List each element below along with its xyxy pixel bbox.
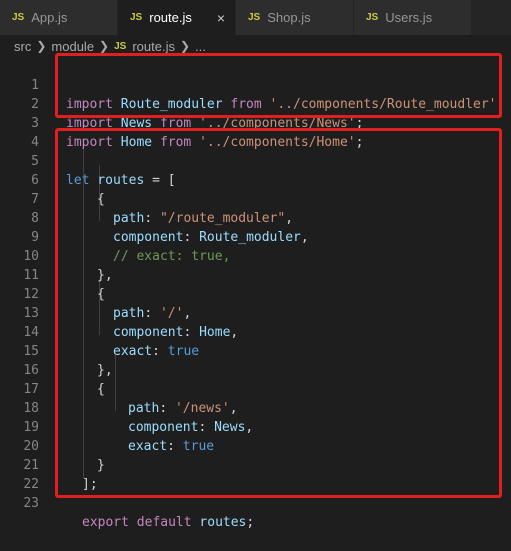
identifier: routes (191, 515, 247, 530)
punctuation: ; (246, 515, 255, 530)
tab-label: route.js (149, 10, 192, 25)
keyword: default (128, 515, 192, 530)
line-number: 23 (23, 496, 39, 511)
close-icon[interactable]: × (217, 10, 225, 26)
chevron-right-icon: ❯ (36, 39, 47, 53)
js-file-icon: JS (114, 40, 127, 52)
breadcrumb-ellipsis[interactable]: ... (195, 39, 206, 54)
code-editor[interactable]: 1 import Route_moduler from '../componen… (0, 53, 511, 530)
highlight-box-routes (55, 128, 502, 498)
tab-label: Users.js (385, 10, 433, 25)
breadcrumb-folder-src[interactable]: src (14, 39, 31, 54)
tab-bar: JS App.js JS route.js × JS Shop.js JS Us… (0, 0, 511, 35)
keyword: export (82, 515, 129, 530)
highlight-box-imports (55, 53, 502, 118)
tab-users-js[interactable]: JS Users.js (354, 0, 472, 35)
chevron-right-icon: ❯ (179, 39, 191, 53)
tab-label: App.js (31, 10, 68, 25)
tab-shop-js[interactable]: JS Shop.js (236, 0, 354, 35)
js-file-icon: JS (248, 12, 261, 23)
js-file-icon: JS (12, 12, 25, 23)
breadcrumb-file[interactable]: route.js (132, 39, 175, 54)
js-file-icon: JS (366, 12, 379, 23)
js-file-icon: JS (130, 12, 143, 23)
tab-label: Shop.js (267, 10, 311, 25)
tab-app-js[interactable]: JS App.js (0, 0, 118, 35)
breadcrumb-folder-module[interactable]: module (51, 39, 94, 54)
tab-route-js[interactable]: JS route.js × (118, 0, 236, 35)
chevron-right-icon: ❯ (99, 39, 110, 53)
